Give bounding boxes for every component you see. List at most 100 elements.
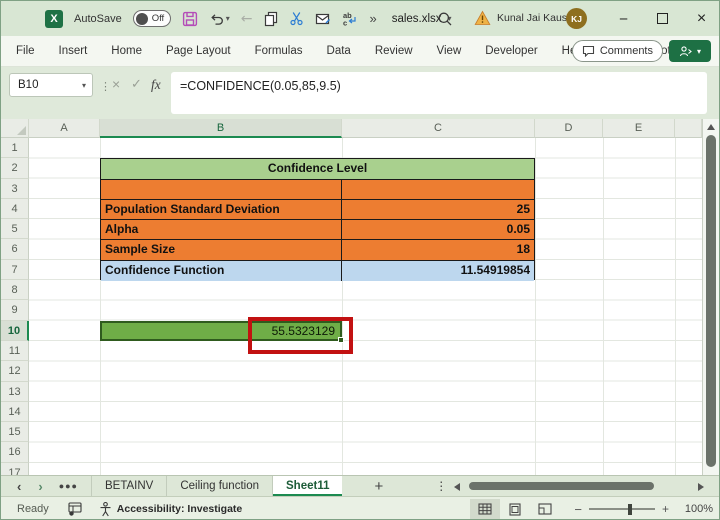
redo-icon[interactable]: ← [241, 11, 253, 27]
table-label-cell[interactable]: Alpha [101, 220, 342, 240]
tab-file[interactable]: File [16, 45, 35, 57]
close-button[interactable]: × [682, 1, 719, 36]
row-header-15[interactable]: 15 [1, 422, 29, 443]
row-header-14[interactable]: 14 [1, 401, 29, 423]
row-header-12[interactable]: 12 [1, 361, 29, 382]
row-header-1[interactable]: 1 [1, 138, 29, 159]
table-value-cell[interactable]: 25 [342, 200, 534, 219]
vertical-scrollbar-thumb[interactable] [706, 135, 716, 467]
share-person-icon [679, 45, 692, 56]
undo-dropdown-icon[interactable]: ▾ [226, 14, 230, 23]
vertical-scrollbar[interactable] [702, 119, 719, 475]
tab-view[interactable]: View [437, 45, 462, 57]
table-title-cell[interactable]: Confidence Level [101, 159, 534, 178]
cut-button[interactable] [289, 11, 304, 26]
column-headers: A B C D E [1, 119, 702, 138]
row-header-13[interactable]: 13 [1, 381, 29, 402]
avatar[interactable]: KJ [566, 8, 587, 29]
name-box[interactable]: B10 ▾ [9, 73, 93, 97]
scroll-right-icon[interactable] [698, 482, 704, 491]
sheet-tab-ceiling-function[interactable]: Ceiling function [167, 476, 273, 496]
zoom-level[interactable]: 100% [679, 503, 713, 515]
email-button[interactable] [315, 12, 331, 26]
cancel-button[interactable]: × [112, 76, 120, 92]
undo-button[interactable]: ▾ [209, 12, 230, 26]
warning-button[interactable] [474, 10, 491, 26]
column-header-a[interactable]: A [29, 119, 100, 138]
minimize-button[interactable]: ─ [604, 1, 643, 36]
scroll-up-icon[interactable] [707, 124, 715, 130]
column-header-partial[interactable] [675, 119, 702, 138]
sheet-tab-bar: ‹ › ●●● BETAINV Ceiling function Sheet11… [1, 475, 719, 496]
row-header-5[interactable]: 5 [1, 219, 29, 240]
row-header-10[interactable]: 10 [1, 320, 29, 341]
maximize-button[interactable] [643, 1, 682, 36]
autosave-toggle[interactable]: Off [132, 10, 171, 27]
tab-developer[interactable]: Developer [485, 45, 537, 57]
zoom-in-button[interactable]: + [662, 502, 669, 516]
cells-area[interactable]: Confidence Level Population Standard Dev… [29, 138, 702, 475]
enter-button[interactable]: ✓ [131, 76, 142, 92]
copy-button[interactable] [263, 11, 278, 27]
row-header-7[interactable]: 7 [1, 259, 29, 281]
sheet-tab-sheet11[interactable]: Sheet11 [273, 476, 343, 496]
row-header-8[interactable]: 8 [1, 280, 29, 301]
save-button[interactable] [182, 11, 198, 27]
tab-formulas[interactable]: Formulas [255, 45, 303, 57]
add-sheet-button[interactable]: + [374, 478, 383, 495]
zoom-slider[interactable] [588, 503, 655, 515]
row-header-2[interactable]: 2 [1, 158, 29, 179]
name-box-dropdown-icon[interactable]: ▾ [82, 81, 86, 90]
row-header-11[interactable]: 11 [1, 340, 29, 362]
tab-home[interactable]: Home [111, 45, 142, 57]
row-header-3[interactable]: 3 [1, 178, 29, 199]
sheet-nav-left-icon[interactable]: ‹ [17, 479, 21, 494]
horizontal-scrollbar-thumb[interactable] [469, 482, 654, 490]
select-all-button[interactable] [1, 119, 29, 138]
zoom-out-button[interactable]: − [574, 502, 582, 517]
search-button[interactable] [437, 11, 453, 27]
row-header-9[interactable]: 9 [1, 300, 29, 321]
table-value-cell[interactable]: 11.54919854 [342, 261, 534, 281]
table-value-cell[interactable]: 0.05 [342, 220, 534, 239]
tab-data[interactable]: Data [327, 45, 351, 57]
sheet-more-icon[interactable]: ●●● [59, 481, 78, 491]
table-label-cell[interactable]: Confidence Function [101, 260, 342, 282]
share-button[interactable]: ▾ [669, 40, 711, 62]
autosave-label: AutoSave [74, 12, 122, 25]
column-header-e[interactable]: E [603, 119, 675, 138]
table-empty-value-cell[interactable] [342, 180, 534, 199]
mail-icon [316, 13, 331, 24]
table-empty-label-cell[interactable] [101, 179, 342, 199]
table-label-cell[interactable]: Population Standard Deviation [101, 199, 342, 220]
tab-insert[interactable]: Insert [59, 45, 88, 57]
row-header-4[interactable]: 4 [1, 198, 29, 220]
page-break-view-button[interactable] [530, 499, 560, 519]
replace-button[interactable]: ab c [342, 11, 358, 26]
column-header-b[interactable]: B [100, 119, 342, 138]
row-headers: 1 2 3 4 5 6 7 8 9 10 11 12 13 14 15 16 1… [1, 138, 29, 484]
column-header-d[interactable]: D [535, 119, 603, 138]
accessibility-status[interactable]: Accessibility: Investigate [99, 501, 242, 517]
sheet-tab-options-icon[interactable]: ⋮ [435, 479, 447, 493]
insert-function-button[interactable]: fx [151, 77, 161, 93]
macro-record-button[interactable] [68, 502, 82, 516]
table-label-cell[interactable]: Sample Size [101, 240, 342, 260]
formula-input[interactable]: =CONFIDENCE(0.05,85,9.5) [171, 72, 707, 114]
sheet-nav-right-icon[interactable]: › [38, 479, 42, 494]
cut-icon [290, 12, 304, 26]
page-layout-view-button[interactable] [500, 499, 530, 519]
scroll-left-icon[interactable] [454, 482, 460, 491]
qat-overflow-button[interactable]: » [369, 11, 376, 26]
zoom-slider-thumb[interactable] [627, 503, 632, 515]
table-value-cell[interactable]: 18 [342, 240, 534, 259]
row-header-16[interactable]: 16 [1, 442, 29, 463]
row-header-6[interactable]: 6 [1, 239, 29, 260]
column-header-c[interactable]: C [342, 119, 535, 138]
formula-bar: B10 ▾ ⋮ × ✓ fx =CONFIDENCE(0.05,85,9.5) [1, 67, 719, 119]
sheet-tab-betainv[interactable]: BETAINV [91, 476, 168, 496]
tab-review[interactable]: Review [375, 45, 413, 57]
normal-view-button[interactable] [470, 499, 501, 519]
tab-page-layout[interactable]: Page Layout [166, 45, 231, 57]
comments-button[interactable]: Comments [571, 40, 663, 62]
